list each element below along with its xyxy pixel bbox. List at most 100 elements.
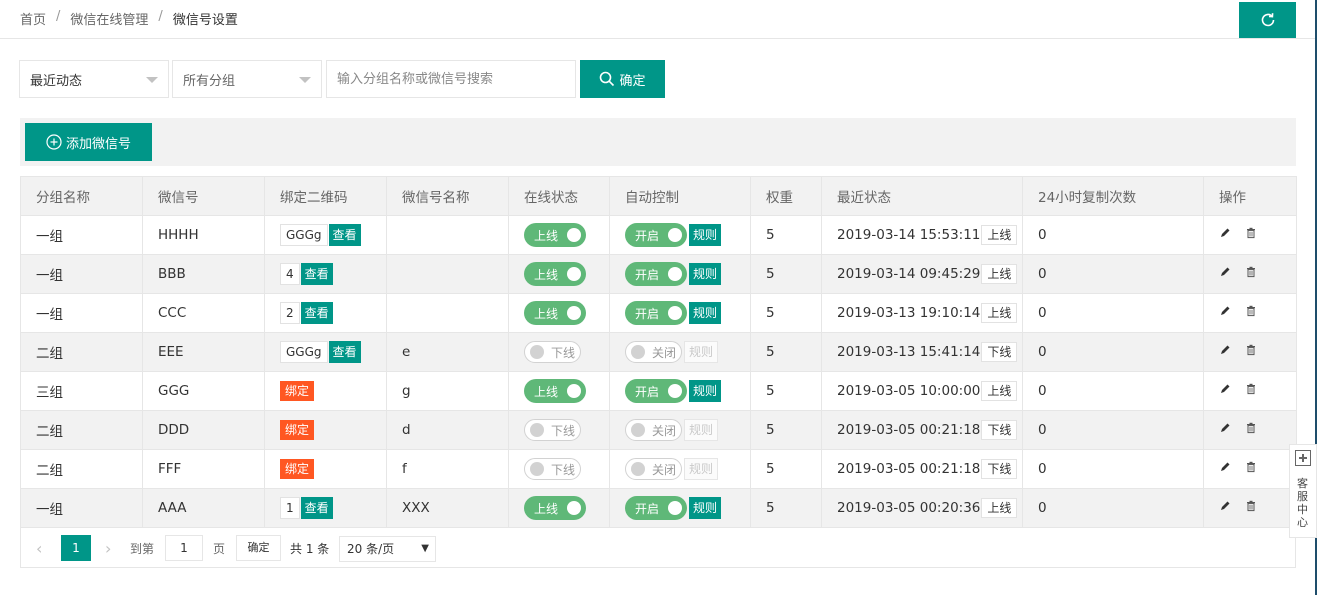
search-input[interactable]: [326, 60, 576, 98]
bind-qr-button[interactable]: 绑定: [280, 459, 315, 479]
cell-copies: 0: [1022, 254, 1204, 294]
auto-control-toggle[interactable]: 关闭: [625, 458, 682, 480]
cell-group: 一组: [20, 488, 143, 528]
auto-toggle-label: 关闭: [652, 345, 677, 360]
edit-icon[interactable]: [1219, 422, 1231, 438]
cell-qr: 绑定: [264, 449, 387, 489]
online-toggle[interactable]: 下线: [524, 419, 581, 441]
header-name[interactable]: 微信号名称: [386, 176, 509, 216]
edit-icon[interactable]: [1219, 266, 1231, 282]
page-size-value: 20 条/页: [347, 542, 395, 556]
breadcrumb-section[interactable]: 微信在线管理: [70, 9, 148, 28]
cell-auto: 关闭 规则: [609, 449, 751, 489]
cell-recent-status: 2019-03-05 10:00:00 上线: [821, 371, 1023, 411]
view-qr-button[interactable]: 查看: [328, 224, 361, 246]
activity-select[interactable]: 最近动态: [19, 60, 169, 98]
delete-icon[interactable]: [1245, 305, 1257, 321]
header-copies[interactable]: 24小时复制次数: [1022, 176, 1204, 216]
delete-icon[interactable]: [1245, 461, 1257, 477]
expand-plus-icon[interactable]: [1295, 450, 1311, 466]
refresh-button[interactable]: [1239, 2, 1296, 38]
edit-icon[interactable]: [1219, 305, 1231, 321]
rule-button[interactable]: 规则: [689, 497, 722, 519]
auto-control-toggle[interactable]: 开启: [625, 301, 687, 325]
customer-service-panel[interactable]: 客服中心: [1289, 444, 1317, 538]
online-toggle[interactable]: 上线: [524, 262, 586, 286]
edit-icon[interactable]: [1219, 500, 1231, 516]
auto-control-toggle[interactable]: 关闭: [625, 419, 682, 441]
prev-page-icon[interactable]: ‹: [36, 539, 42, 558]
cell-copies: 0: [1022, 488, 1204, 528]
cell-name: d: [386, 410, 509, 450]
qr-code-value: 4: [280, 263, 300, 285]
delete-icon[interactable]: [1245, 344, 1257, 360]
auto-control-toggle[interactable]: 开启: [625, 223, 687, 247]
edit-icon[interactable]: [1219, 383, 1231, 399]
view-qr-button[interactable]: 查看: [328, 341, 361, 363]
online-toggle[interactable]: 上线: [524, 301, 586, 325]
online-toggle[interactable]: 上线: [524, 496, 586, 520]
online-toggle-label: 下线: [551, 345, 576, 360]
cell-copies: 0: [1022, 371, 1204, 411]
rule-button[interactable]: 规则: [689, 224, 722, 246]
table-row: 二组 FFF 绑定 f 下线 关闭 规则 5 2019-03-05 00:21:18 下线 0: [20, 449, 1297, 489]
edit-icon[interactable]: [1219, 461, 1231, 477]
header-account[interactable]: 微信号: [142, 176, 265, 216]
goto-page-input[interactable]: [165, 535, 203, 561]
auto-toggle-label: 关闭: [652, 462, 677, 477]
online-toggle[interactable]: 下线: [524, 341, 581, 363]
edit-icon[interactable]: [1219, 344, 1231, 360]
search-confirm-button[interactable]: 确定: [580, 60, 665, 98]
cell-account: AAA: [142, 488, 265, 528]
delete-icon[interactable]: [1245, 383, 1257, 399]
next-page-icon[interactable]: ›: [105, 539, 111, 558]
delete-icon[interactable]: [1245, 500, 1257, 516]
toggle-knob: [631, 423, 645, 437]
cell-name: [386, 293, 509, 333]
cell-copies: 0: [1022, 293, 1204, 333]
table-row: 三组 GGG 绑定 g 上线 开启 规则 5 2019-03-05 10:00:00 上线 0: [20, 371, 1297, 411]
cell-qr: 1 查看: [264, 488, 387, 528]
toggle-knob: [631, 345, 645, 359]
edit-icon[interactable]: [1219, 227, 1231, 243]
rule-button[interactable]: 规则: [689, 380, 722, 402]
rule-button[interactable]: 规则: [689, 263, 722, 285]
auto-control-toggle[interactable]: 开启: [625, 496, 687, 520]
auto-control-toggle[interactable]: 开启: [625, 262, 687, 286]
header-status[interactable]: 最近状态: [821, 176, 1023, 216]
search-confirm-label: 确定: [619, 73, 646, 89]
activity-select-value: 最近动态: [30, 73, 83, 89]
breadcrumb-home[interactable]: 首页: [20, 9, 46, 28]
rule-button[interactable]: 规则: [689, 302, 722, 324]
auto-control-toggle[interactable]: 关闭: [625, 341, 682, 363]
header-online[interactable]: 在线状态: [508, 176, 610, 216]
auto-control-toggle[interactable]: 开启: [625, 379, 687, 403]
bind-qr-button[interactable]: 绑定: [280, 381, 315, 401]
breadcrumb-separator: /: [158, 9, 163, 24]
cell-name: [386, 254, 509, 294]
status-time: 2019-03-13 19:10:14: [837, 305, 981, 321]
bind-qr-button[interactable]: 绑定: [280, 420, 315, 440]
header-group[interactable]: 分组名称: [20, 176, 143, 216]
header-weight[interactable]: 权重: [750, 176, 822, 216]
page-size-select[interactable]: 20 条/页 ▼: [339, 536, 436, 562]
online-toggle[interactable]: 下线: [524, 458, 581, 480]
add-wechat-label: 添加微信号: [65, 136, 131, 152]
delete-icon[interactable]: [1245, 266, 1257, 282]
delete-icon[interactable]: [1245, 422, 1257, 438]
header-auto[interactable]: 自动控制: [609, 176, 751, 216]
cell-weight: 5: [750, 332, 822, 372]
toggle-knob: [530, 462, 544, 476]
delete-icon[interactable]: [1245, 227, 1257, 243]
group-select[interactable]: 所有分组: [172, 60, 322, 98]
header-qr[interactable]: 绑定二维码: [264, 176, 387, 216]
cell-group: 一组: [20, 254, 143, 294]
view-qr-button[interactable]: 查看: [300, 497, 333, 519]
view-qr-button[interactable]: 查看: [300, 302, 333, 324]
online-toggle[interactable]: 上线: [524, 379, 586, 403]
page-current[interactable]: 1: [61, 535, 91, 561]
goto-confirm-button[interactable]: 确定: [236, 535, 281, 561]
online-toggle[interactable]: 上线: [524, 223, 586, 247]
view-qr-button[interactable]: 查看: [300, 263, 333, 285]
add-wechat-button[interactable]: 添加微信号: [25, 123, 152, 161]
